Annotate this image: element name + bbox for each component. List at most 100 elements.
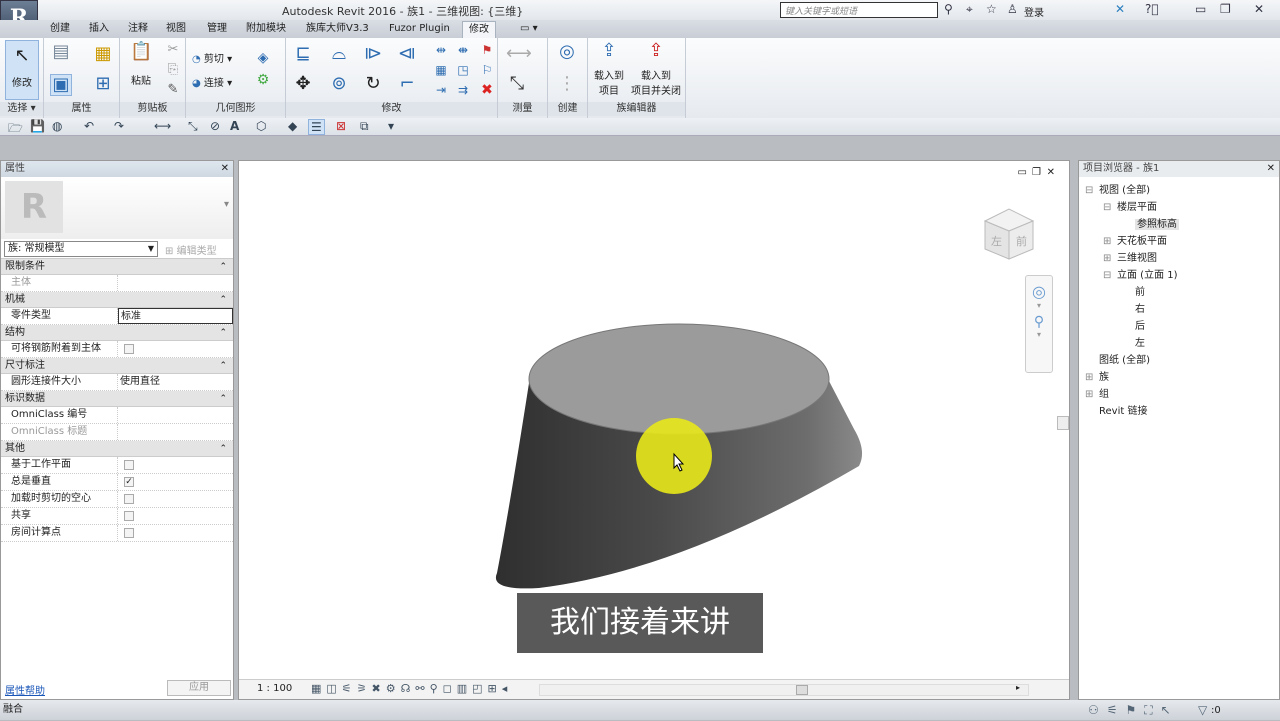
property-value[interactable]: 使用直径	[120, 376, 160, 387]
property-checkbox[interactable]	[124, 528, 134, 538]
thin-lines-icon[interactable]: ☰	[308, 119, 325, 135]
property-checkbox[interactable]: ✓	[124, 477, 134, 487]
tab-manage[interactable]: 管理	[201, 21, 233, 38]
login-link[interactable]: 登录	[1024, 4, 1044, 19]
browser-item[interactable]: 参照标高	[1121, 215, 1179, 230]
binoculars-icon[interactable]: ⚲	[944, 2, 953, 16]
array-icon[interactable]: ▦	[430, 60, 452, 80]
chevron-down-icon[interactable]: ▾	[1026, 301, 1052, 310]
tab-modify[interactable]: 修改	[462, 21, 496, 38]
property-value-cell[interactable]	[118, 457, 233, 473]
browser-item[interactable]: 左	[1121, 334, 1145, 349]
panel-label[interactable]: 选择 ▾	[0, 102, 43, 116]
measure-icon[interactable]: ⟷	[506, 44, 532, 64]
rotate-icon[interactable]: ↻	[362, 74, 384, 94]
tree-toggle-icon[interactable]: ⊟	[1085, 185, 1099, 196]
tree-toggle-icon[interactable]: ⊞	[1103, 253, 1117, 264]
tree-toggle-icon[interactable]: ⊟	[1103, 202, 1117, 213]
property-checkbox[interactable]	[124, 494, 134, 504]
section-icon[interactable]: ◆	[288, 119, 297, 133]
delete-icon[interactable]: ✖	[476, 80, 498, 100]
load-into-project-and-close-button[interactable]: ⇪ 载入到 项目并关闭	[628, 40, 684, 97]
restore-icon[interactable]: ❐	[1220, 2, 1231, 16]
collapse-icon[interactable]: ⌃	[219, 292, 227, 308]
trim-single-icon[interactable]: ⇥	[430, 80, 452, 100]
redo-icon[interactable]: ↷	[114, 119, 124, 133]
property-value[interactable]: 标准	[121, 311, 141, 322]
view-minimize-icon[interactable]: ▭	[1018, 167, 1027, 178]
collapse-icon[interactable]: ⌃	[219, 259, 227, 275]
collapse-icon[interactable]: ⌃	[219, 441, 227, 457]
move-icon[interactable]: ✥	[292, 74, 314, 94]
property-value-cell[interactable]	[118, 275, 233, 291]
chevron-down-icon[interactable]: ▾	[224, 199, 229, 210]
tag-icon[interactable]: ⊘	[210, 119, 220, 133]
split-gap-icon[interactable]: ⇼	[452, 40, 474, 60]
collapse-icon[interactable]: ⌃	[219, 358, 227, 374]
viewcube[interactable]: 左 前	[979, 205, 1037, 263]
tab-family-library[interactable]: 族库大师V3.3	[300, 21, 375, 38]
switch-windows-icon[interactable]: ⧉	[360, 119, 369, 134]
unpin-icon[interactable]: ⚑	[476, 40, 498, 60]
type-properties-icon[interactable]: ⊞	[92, 74, 114, 94]
create-similar-icon[interactable]: ◎	[556, 42, 578, 62]
undo-icon[interactable]: ↶	[84, 119, 94, 133]
browser-item[interactable]: Revit 链接	[1085, 402, 1147, 417]
browser-item[interactable]: ⊞ 组	[1085, 385, 1109, 400]
cut-icon[interactable]: ✂	[162, 40, 184, 60]
property-value-cell[interactable]	[118, 525, 233, 541]
tree-toggle-icon[interactable]: ⊞	[1103, 236, 1117, 247]
tab-annotate[interactable]: 注释	[122, 21, 154, 38]
view-close-icon[interactable]: ✕	[1047, 167, 1055, 178]
offset-icon[interactable]: ⌓	[328, 44, 350, 64]
property-group[interactable]: 结构 ⌃	[1, 325, 233, 341]
wall-joins-icon[interactable]: ◈	[252, 48, 274, 68]
sync-icon[interactable]: ◍	[52, 119, 62, 133]
property-value-cell[interactable]: 标准	[118, 308, 233, 324]
close-icon[interactable]: ✕	[1254, 2, 1264, 16]
satellite-icon[interactable]: ⌖	[966, 2, 973, 17]
trim-icon[interactable]: ⌐	[396, 74, 418, 94]
model-geometry[interactable]	[479, 311, 879, 611]
cut-geometry-button[interactable]: ◔ 剪切 ▾	[192, 50, 232, 65]
tab-addins[interactable]: 附加模块	[240, 21, 292, 38]
property-value-cell[interactable]: ✓	[118, 474, 233, 490]
load-into-project-button[interactable]: ⇪ 载入到 项目	[590, 40, 628, 97]
match-properties-icon[interactable]: ✎	[162, 80, 184, 100]
star-icon[interactable]: ☆	[986, 2, 997, 16]
split-face-icon[interactable]: ⚙	[252, 70, 274, 90]
search-input[interactable]: 键入关键字或短语	[780, 2, 938, 18]
selection-filter-icons[interactable]: ⚇⚟⚑⛶↖	[1088, 700, 1179, 720]
property-value-cell[interactable]	[118, 424, 233, 440]
tree-toggle-icon[interactable]: ⊞	[1085, 389, 1099, 400]
copy-element-icon[interactable]: ⊚	[328, 74, 350, 94]
scroll-right-icon[interactable]: ▸	[1016, 683, 1020, 692]
measure-qat-icon[interactable]: ⟷	[154, 119, 171, 133]
text-icon[interactable]: A	[230, 119, 239, 133]
join-button[interactable]: ◕ 连接 ▾	[192, 74, 232, 89]
browser-item[interactable]: ⊟ 楼层平面	[1103, 198, 1157, 213]
paste-icon[interactable]: 📋	[130, 42, 152, 62]
property-checkbox[interactable]	[124, 460, 134, 470]
close-icon[interactable]: ✕	[1267, 161, 1275, 177]
property-value-cell[interactable]: 使用直径	[118, 374, 233, 390]
tab-fuzor-plugin[interactable]: Fuzor Plugin	[383, 21, 456, 38]
split-icon[interactable]: ⇹	[430, 40, 452, 60]
property-value-cell[interactable]	[118, 341, 233, 357]
browser-item[interactable]: 图纸 (全部)	[1085, 351, 1150, 366]
browser-item[interactable]: ⊟ 视图 (全部)	[1085, 181, 1150, 196]
browser-item[interactable]: ⊞ 三维视图	[1103, 249, 1157, 264]
properties-icon[interactable]: ▣	[50, 74, 72, 96]
tab-panel-toggle[interactable]: ▭ ▾	[514, 21, 544, 38]
browser-item[interactable]: ⊟ 立面 (立面 1)	[1103, 266, 1178, 281]
steering-wheel-icon[interactable]: ◎	[1026, 282, 1052, 301]
minimize-icon[interactable]: ▭	[1195, 2, 1206, 16]
align-icon[interactable]: ⊑	[292, 44, 314, 64]
horizontal-scrollbar[interactable]: ▸	[539, 683, 1029, 696]
mirror-axis-icon[interactable]: ⧐	[362, 44, 384, 64]
vertical-scrollbar-thumb[interactable]	[1057, 416, 1069, 430]
properties-help-link[interactable]: 属性帮助	[5, 682, 45, 697]
view-control-icons[interactable]: ▦◫⚟⚞✖⚙☊⚯⚲◻▥◰⊞◂	[311, 682, 512, 695]
collapse-icon[interactable]: ⌃	[219, 391, 227, 407]
edit-type-button[interactable]: ⊞ 编辑类型	[165, 242, 217, 257]
